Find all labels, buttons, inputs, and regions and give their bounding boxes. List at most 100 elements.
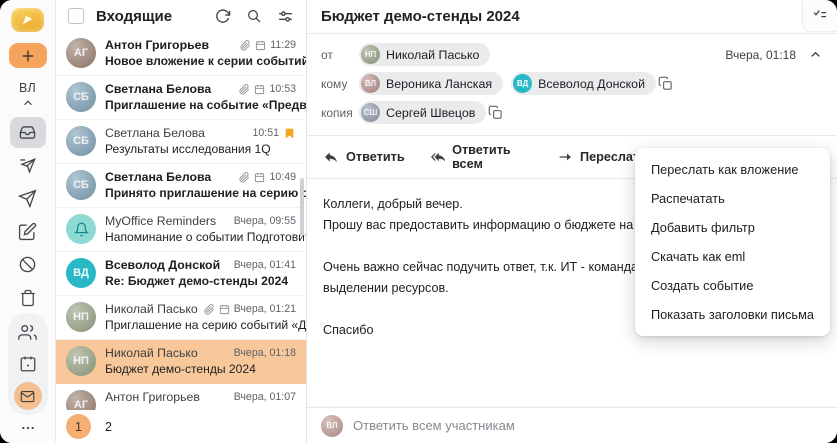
email-list-item[interactable]: СБ Светлана Белова 10:53 Приглашение на соб…	[56, 76, 306, 120]
context-menu-item[interactable]: Распечатать	[635, 184, 830, 213]
folder-nav	[9, 117, 46, 313]
context-menu-item[interactable]: Добавить фильтр	[635, 213, 830, 242]
reminder-bell-avatar	[66, 214, 96, 244]
search-icon[interactable]	[246, 8, 262, 24]
context-menu-item[interactable]: Показать заголовки письма	[635, 300, 830, 329]
pagination: 1 2	[56, 410, 306, 443]
flag-bookmark-icon	[283, 127, 296, 140]
mail-app-icon[interactable]	[13, 382, 42, 410]
sender-name: Светлана Белова	[105, 170, 212, 184]
recipient-avatar: НП	[361, 45, 380, 64]
app-rail: ВЛ	[0, 0, 56, 443]
email-time: Вчера, 01:21	[233, 303, 296, 315]
collapse-chevron-up-icon[interactable]	[21, 96, 35, 110]
list-header: Входящие	[56, 0, 306, 32]
email-time: Вчера, 09:55	[233, 215, 296, 227]
recipient-name: Николай Пасько	[386, 47, 480, 62]
message-subject: Бюджет демо-стенды 2024	[321, 8, 520, 25]
list-scrollbar-thumb[interactable]	[300, 178, 304, 236]
recipient-name: Сергей Швецов	[386, 105, 476, 120]
email-list-item[interactable]: НП Николай Пасько Вчера, 01:18 Бюджет демо-…	[56, 340, 306, 384]
email-time: 10:49	[269, 171, 296, 183]
select-all-checkbox[interactable]	[68, 8, 84, 24]
event-calendar-icon	[255, 40, 266, 51]
recipient-chip[interactable]: ВД Всеволод Донской	[511, 72, 656, 95]
folder-trash-icon[interactable]	[10, 282, 46, 313]
folder-drafts-icon[interactable]	[10, 216, 46, 247]
email-subject: Результаты исследования 1Q	[105, 142, 271, 156]
recipient-avatar: ВЛ	[361, 74, 380, 93]
sender-name: Антон Григорьев	[105, 390, 200, 404]
message-date: Вчера, 01:18	[725, 47, 796, 62]
email-list-item[interactable]: ВД Всеволод Донской Вчера, 01:41 Re: Бюджет…	[56, 252, 306, 296]
from-label: от	[321, 47, 333, 62]
folder-title: Входящие	[96, 7, 173, 25]
current-user-avatar: ВЛ	[321, 414, 343, 437]
quick-reply-placeholder: Ответить всем участникам	[353, 418, 515, 433]
quick-reply-bar[interactable]: ВЛ Ответить всем участникам	[307, 407, 837, 443]
reply-all-button[interactable]: Ответить всем	[430, 143, 531, 171]
folder-inbox-icon[interactable]	[9, 117, 46, 148]
sender-name: Антон Григорьев	[105, 38, 210, 52]
sender-name: MyOffice Reminders	[105, 214, 217, 228]
recipient-chip[interactable]: ВЛ Вероника Ланская	[359, 72, 504, 95]
event-calendar-icon	[254, 84, 265, 95]
folder-outbox-icon[interactable]	[10, 150, 46, 181]
reply-button[interactable]: Ответить	[323, 149, 405, 165]
email-time: Вчера, 01:07	[233, 391, 296, 403]
folder-spam-icon[interactable]	[10, 249, 46, 280]
folder-sent-icon[interactable]	[10, 183, 46, 214]
copy-recipients-icon[interactable]	[658, 76, 673, 91]
profile-initials[interactable]: ВЛ	[19, 81, 36, 95]
email-subject: Бюджет демо-стенды 2024	[105, 362, 256, 376]
forward-button[interactable]: Переслать	[557, 149, 647, 165]
more-apps-icon[interactable]	[20, 419, 36, 437]
contacts-app-icon[interactable]	[10, 318, 46, 346]
email-list-panel: Входящие АГ Антон Григорьев 11:29 Новое вло…	[56, 0, 307, 443]
app-window: ВЛ Входящие АГ Антон Григорьев 11:29 Нов…	[0, 0, 837, 443]
event-calendar-icon	[219, 304, 230, 315]
compose-new-button[interactable]	[8, 43, 47, 68]
email-list-item[interactable]: СБ Светлана Белова 10:51 Результаты исследо…	[56, 120, 306, 164]
tasks-panel-toggle-icon[interactable]	[802, 0, 837, 32]
app-switcher-pill	[7, 313, 48, 415]
recipient-chip[interactable]: НП Николай Пасько	[359, 43, 491, 66]
sender-avatar: ВД	[66, 258, 96, 288]
collapse-header-chevron-icon[interactable]	[808, 47, 823, 62]
sender-avatar: НП	[66, 346, 96, 376]
filter-sliders-icon[interactable]	[277, 8, 294, 25]
app-logo-icon	[11, 8, 44, 33]
recipient-name: Всеволод Донской	[538, 76, 645, 91]
email-list-item[interactable]: НП Николай Пасько Вчера, 01:21 Приглашение …	[56, 296, 306, 340]
cc-label: копия	[321, 105, 353, 120]
page-1-button[interactable]: 1	[66, 414, 91, 439]
context-menu-item[interactable]: Создать событие	[635, 271, 830, 300]
sender-avatar: АГ	[66, 38, 96, 68]
recipient-avatar: СШ	[361, 103, 380, 122]
email-subject: Приглашение на событие «Предварительно..…	[105, 98, 306, 112]
calendar-app-icon[interactable]	[10, 350, 46, 378]
recipient-name: Вероника Ланская	[386, 76, 493, 91]
recipient-chip[interactable]: СШ Сергей Швецов	[359, 101, 487, 124]
email-time: Вчера, 01:41	[233, 259, 296, 271]
email-subject: Приглашение на серию событий «Демо стен.…	[105, 318, 306, 332]
copy-cc-icon[interactable]	[488, 105, 503, 120]
message-subject-bar: Бюджет демо-стенды 2024	[307, 0, 837, 34]
sender-avatar: НП	[66, 302, 96, 332]
page-2-button[interactable]: 2	[105, 420, 112, 434]
email-time: 11:29	[270, 39, 296, 51]
sender-name: Николай Пасько	[105, 302, 198, 316]
message-meta: от НП Николай Пасько Вчера, 01:18 кому ВЛ…	[307, 34, 837, 136]
sender-name: Всеволод Донской	[105, 258, 221, 272]
email-list-item[interactable]: АГ Антон Григорьев Вчера, 01:07	[56, 384, 306, 410]
to-label: кому	[321, 76, 348, 91]
refresh-icon[interactable]	[214, 8, 231, 25]
email-list-item[interactable]: MyOffice Reminders Вчера, 09:55 Напоминани…	[56, 208, 306, 252]
message-context-menu: Переслать как вложение Распечатать Добавит…	[634, 148, 830, 336]
attachment-paperclip-icon	[204, 303, 215, 315]
attachment-paperclip-icon	[239, 171, 250, 183]
email-list-item[interactable]: АГ Антон Григорьев 11:29 Новое вложение к с…	[56, 32, 306, 76]
email-list-item[interactable]: СБ Светлана Белова 10:49 Принято приглашени…	[56, 164, 306, 208]
context-menu-item[interactable]: Скачать как eml	[635, 242, 830, 271]
context-menu-item[interactable]: Переслать как вложение	[635, 155, 830, 184]
